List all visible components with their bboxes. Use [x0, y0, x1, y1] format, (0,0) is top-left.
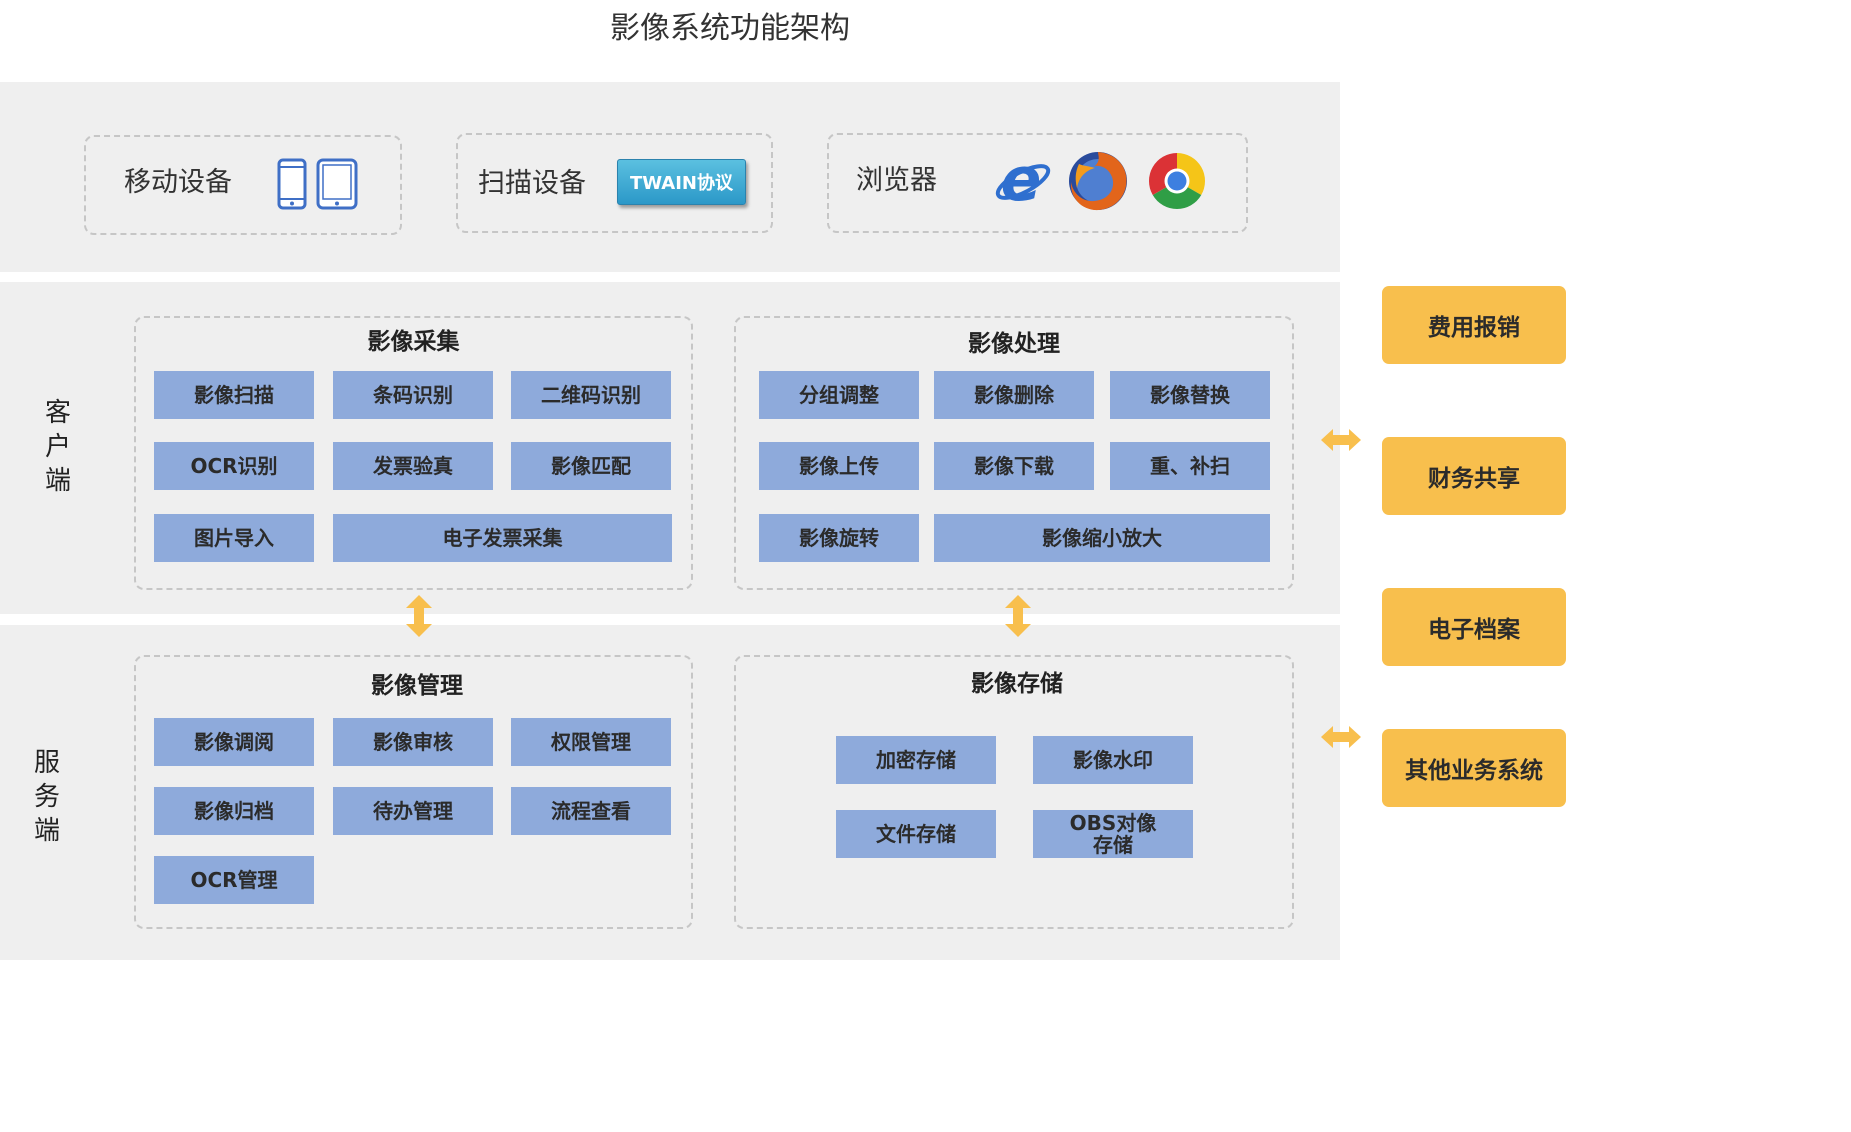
capture-item: 发票验真	[333, 442, 493, 490]
capture-item: 影像匹配	[511, 442, 671, 490]
management-item: 流程查看	[511, 787, 671, 835]
processing-panel-title: 影像处理	[968, 331, 1060, 357]
browser-label: 浏览器	[856, 165, 937, 196]
storage-item: OBS对像 存储	[1033, 810, 1193, 858]
processing-item: 影像替换	[1110, 371, 1270, 419]
diagram-title: 影像系统功能架构	[610, 11, 850, 46]
capture-item: 二维码识别	[511, 371, 671, 419]
processing-item: 分组调整	[759, 371, 919, 419]
storage-item: 影像水印	[1033, 736, 1193, 784]
storage-panel-title: 影像存储	[971, 671, 1063, 697]
capture-item: 图片导入	[154, 514, 314, 562]
twain-protocol-badge: TWAIN协议	[617, 159, 746, 205]
processing-item: 影像删除	[934, 371, 1094, 419]
double-arrow-icon	[1321, 726, 1361, 748]
double-arrow-icon	[1005, 595, 1031, 637]
processing-item: 影像下载	[934, 442, 1094, 490]
business-system-expense: 费用报销	[1382, 286, 1566, 364]
management-item: 影像归档	[154, 787, 314, 835]
storage-item: 文件存储	[836, 810, 996, 858]
server-side-label: 服务端	[33, 748, 60, 846]
double-arrow-icon	[406, 595, 432, 637]
management-item: 待办管理	[333, 787, 493, 835]
tablet-icon	[316, 158, 358, 210]
double-arrow-icon	[1321, 429, 1361, 451]
capture-item: 条码识别	[333, 371, 493, 419]
business-system-other: 其他业务系统	[1382, 729, 1566, 807]
capture-item: 影像扫描	[154, 371, 314, 419]
management-item: 影像调阅	[154, 718, 314, 766]
storage-item: 加密存储	[836, 736, 996, 784]
management-item: 权限管理	[511, 718, 671, 766]
firefox-icon	[1069, 152, 1127, 211]
processing-item: 重、补扫	[1110, 442, 1270, 490]
capture-item: OCR识别	[154, 442, 314, 490]
processing-item: 影像缩小放大	[934, 514, 1270, 562]
processing-item: 影像旋转	[759, 514, 919, 562]
client-side-label: 客户端	[44, 398, 71, 496]
management-item: OCR管理	[154, 856, 314, 904]
ie-icon: e	[995, 150, 1051, 210]
mobile-device-label: 移动设备	[124, 167, 232, 198]
management-item: 影像审核	[333, 718, 493, 766]
chrome-icon	[1148, 153, 1206, 210]
business-system-finance-share: 财务共享	[1382, 437, 1566, 515]
capture-panel-title: 影像采集	[367, 329, 460, 355]
capture-item: 电子发票采集	[333, 514, 672, 562]
scanner-device-label: 扫描设备	[478, 168, 586, 199]
processing-item: 影像上传	[759, 442, 919, 490]
business-system-e-archive: 电子档案	[1382, 588, 1566, 666]
phone-icon	[277, 158, 307, 210]
management-panel-title: 影像管理	[371, 673, 463, 699]
